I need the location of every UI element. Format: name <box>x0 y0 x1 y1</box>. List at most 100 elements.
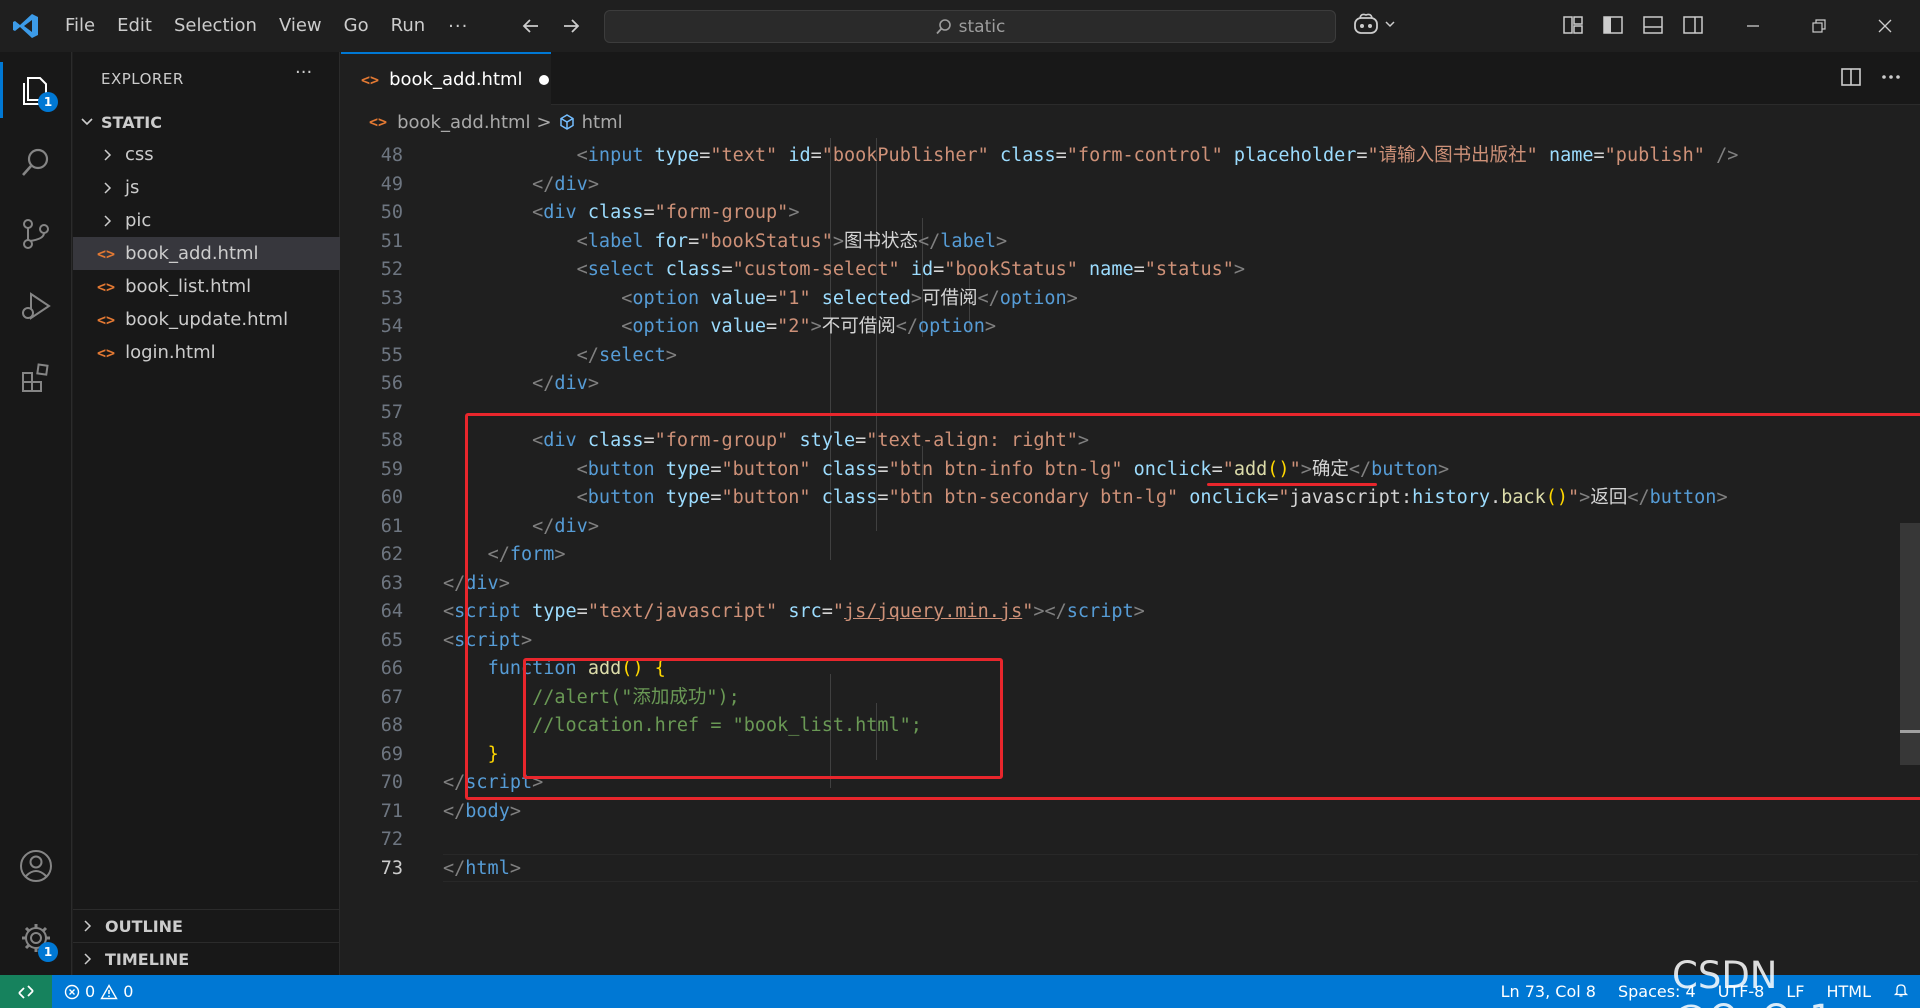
tree-item-label: js <box>125 177 140 198</box>
tree-item-css[interactable]: css <box>73 138 340 171</box>
line-number: 73 <box>380 857 403 879</box>
forward-arrow-icon[interactable] <box>556 11 586 41</box>
minimize-button[interactable] <box>1720 0 1786 52</box>
code-text: <label for="bookStatus">图书状态</label> <box>576 230 1008 252</box>
explorer-sidebar: EXPLORER ··· STATIC css js pic <> book_a… <box>73 52 340 975</box>
breadcrumb-symbol[interactable]: html <box>582 112 623 133</box>
restore-button[interactable] <box>1786 0 1852 52</box>
line-number: 58 <box>380 430 403 451</box>
activity-source-control[interactable] <box>0 198 72 270</box>
scroll-thumb[interactable] <box>1900 523 1920 765</box>
tree-item-js[interactable]: js <box>73 171 340 204</box>
problems-indicator[interactable]: 0 0 <box>64 982 133 1001</box>
back-arrow-icon[interactable] <box>516 11 546 41</box>
menu-run[interactable]: Run <box>380 9 437 43</box>
folder-header-static[interactable]: STATIC <box>73 108 340 136</box>
explorer-title: EXPLORER <box>101 70 184 88</box>
html-file-icon: <> <box>369 113 388 131</box>
activity-accounts[interactable] <box>0 830 72 902</box>
close-icon <box>1878 19 1892 33</box>
code-text: <option value="1" selected>可借阅</option> <box>621 287 1078 309</box>
remote-icon <box>18 984 34 999</box>
error-icon <box>64 984 80 999</box>
outline-section[interactable]: OUTLINE <box>73 909 340 942</box>
breadcrumb-file[interactable]: book_add.html <box>397 112 530 133</box>
extensions-icon <box>22 363 49 392</box>
tree-item-label: login.html <box>125 342 216 363</box>
menu-edit[interactable]: Edit <box>106 9 163 43</box>
copilot-button[interactable] <box>1352 12 1396 36</box>
vscode-logo-icon <box>13 14 38 38</box>
code-line[interactable]: 53 <option value="1" selected>可借阅</optio… <box>341 285 1901 314</box>
tab-book-add[interactable]: <> book_add.html <box>341 52 551 105</box>
minimize-icon <box>1747 25 1759 27</box>
code-line[interactable]: 50 <div class="form-group"> <box>341 199 1901 228</box>
timeline-section[interactable]: TIMELINE <box>73 942 340 975</box>
close-window-button[interactable] <box>1852 0 1918 52</box>
tree-item-pic[interactable]: pic <box>73 204 340 237</box>
command-center-search[interactable]: static <box>604 10 1336 43</box>
code-line[interactable]: 55 </select> <box>341 342 1901 371</box>
toggle-primary-sidebar-icon[interactable] <box>1600 12 1626 38</box>
chevron-right-icon <box>104 214 112 227</box>
line-number: 67 <box>380 686 403 708</box>
line-number: 61 <box>380 515 403 537</box>
line-number: 56 <box>380 373 403 394</box>
activity-extensions[interactable] <box>0 342 72 414</box>
symbol-element-icon <box>559 114 574 130</box>
toggle-secondary-sidebar-icon[interactable] <box>1680 12 1706 38</box>
tree-item-book-add[interactable]: <> book_add.html <box>73 237 340 270</box>
watermark: CSDN @QuQ_1 <box>1672 954 1833 1008</box>
code-line[interactable]: 54 <option value="2">不可借阅</option> <box>341 313 1901 342</box>
tree-item-book-list[interactable]: <> book_list.html <box>73 270 340 303</box>
activity-search[interactable] <box>0 126 72 198</box>
line-number: 51 <box>380 230 403 252</box>
menu-view[interactable]: View <box>268 9 333 43</box>
line-number: 72 <box>380 829 403 850</box>
activity-explorer[interactable]: 1 <box>0 54 72 126</box>
menu-more-button[interactable]: ··· <box>436 16 480 37</box>
code-line[interactable]: 51 <label for="bookStatus">图书状态</label> <box>341 228 1901 257</box>
customize-layout-icon[interactable] <box>1560 12 1586 38</box>
cursor-position[interactable]: Ln 73, Col 8 <box>1490 982 1607 1001</box>
line-number: 49 <box>380 173 403 195</box>
code-line[interactable]: 73 </html> <box>341 855 1901 884</box>
remote-indicator[interactable] <box>0 975 52 1008</box>
editor-scrollbar[interactable] <box>1900 138 1920 975</box>
line-number: 54 <box>380 316 403 337</box>
code-line[interactable]: 49 </div> <box>341 171 1901 200</box>
code-editor[interactable]: 48 <input type="text" id="bookPublisher"… <box>341 138 1920 975</box>
code-text: </div> <box>532 173 599 195</box>
menu-go[interactable]: Go <box>333 9 380 43</box>
line-number: 70 <box>380 772 403 793</box>
breadcrumb-separator: > <box>536 111 552 133</box>
menu-file[interactable]: File <box>54 9 106 43</box>
code-line[interactable]: 52 <select class="custom-select" id="boo… <box>341 256 1901 285</box>
code-line[interactable]: 71 </body> <box>341 798 1901 827</box>
more-actions-icon[interactable] <box>1880 66 1902 88</box>
code-line[interactable]: 48 <input type="text" id="bookPublisher"… <box>341 142 1901 171</box>
line-number: 65 <box>380 629 403 651</box>
explorer-more-button[interactable]: ··· <box>295 62 312 83</box>
activity-run-debug[interactable] <box>0 270 72 342</box>
split-editor-icon[interactable] <box>1840 66 1862 88</box>
tree-item-label: book_add.html <box>125 243 259 264</box>
toggle-panel-icon[interactable] <box>1640 12 1666 38</box>
tree-item-book-update[interactable]: <> book_update.html <box>73 303 340 336</box>
line-number: 66 <box>380 658 403 679</box>
code-line[interactable]: 56 </div> <box>341 370 1901 399</box>
outline-label: OUTLINE <box>105 916 183 936</box>
breadcrumb: <> book_add.html > html <box>341 106 1920 138</box>
code-line[interactable]: 72 <box>341 826 1901 855</box>
tree-item-login[interactable]: <> login.html <box>73 336 340 369</box>
activity-manage[interactable]: 1 <box>0 902 72 974</box>
annotation-underline <box>1207 483 1377 486</box>
restore-icon <box>1812 19 1826 33</box>
html-file-icon: <> <box>97 277 116 296</box>
line-number: 52 <box>380 259 403 280</box>
copilot-icon <box>1354 13 1378 34</box>
unsaved-dot-icon[interactable] <box>538 74 549 85</box>
menu-selection[interactable]: Selection <box>163 9 268 43</box>
folder-name: STATIC <box>101 112 162 132</box>
code-text: </html> <box>443 857 521 879</box>
